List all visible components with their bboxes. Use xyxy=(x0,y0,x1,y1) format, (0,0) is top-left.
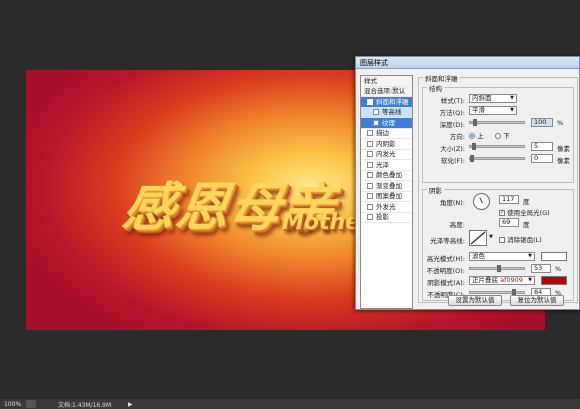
make-default-button[interactable]: 设置为默认值 xyxy=(448,295,502,306)
slider-thumb[interactable] xyxy=(496,265,501,272)
shadow-mode-label: 阴影模式(A): xyxy=(427,279,465,287)
style-item-drop-shadow[interactable]: 投影 xyxy=(361,213,412,223)
checkbox-icon[interactable] xyxy=(499,237,505,243)
radio-selected-icon[interactable] xyxy=(469,133,475,139)
chevron-down-icon: ▼ xyxy=(528,277,532,283)
highlight-mode-select[interactable]: 滤色 ▼ xyxy=(469,252,535,261)
depth-slider[interactable] xyxy=(469,119,525,126)
style-item-color-overlay[interactable]: 颜色叠加 xyxy=(361,171,412,181)
checkbox-icon[interactable] xyxy=(367,130,373,137)
angle-label: 角度(N): xyxy=(439,199,465,207)
highlight-opacity-input[interactable]: 53 xyxy=(531,264,551,273)
checkbox-icon[interactable] xyxy=(373,119,379,126)
style-item-outer-glow[interactable]: 外发光 xyxy=(361,202,412,213)
angle-unit: 度 xyxy=(523,198,530,206)
chevron-down-icon[interactable]: ▼ xyxy=(489,234,493,240)
style-item-bevel[interactable]: ✓ 斜面和浮雕 xyxy=(361,97,412,108)
altitude-label: 高度: xyxy=(449,221,465,229)
chevron-down-icon: ▼ xyxy=(528,253,532,259)
slider-thumb[interactable] xyxy=(471,143,476,150)
document-size: 文档:1.43M/16.9M xyxy=(58,401,112,409)
section-title: 斜面和浮雕 xyxy=(423,73,460,83)
checkbox-icon[interactable] xyxy=(367,193,373,200)
styles-header[interactable]: 样式 xyxy=(361,76,412,87)
size-label: 大小(Z): xyxy=(440,145,465,153)
style-item-pattern-overlay[interactable]: 图案叠加 xyxy=(361,192,412,202)
status-bar: 100% 文档:1.43M/16.9M ▶ xyxy=(0,399,580,409)
method-label: 方法(Q): xyxy=(439,109,465,117)
checkbox-icon[interactable] xyxy=(367,140,373,147)
direction-up-radio[interactable]: 上 xyxy=(469,130,484,140)
soften-label: 软化(F): xyxy=(440,157,465,165)
method-select[interactable]: 平滑 ▼ xyxy=(469,106,517,115)
style-item-stroke[interactable]: 描边 xyxy=(361,129,412,139)
size-unit: 像素 xyxy=(557,145,570,153)
style-item-gradient-overlay[interactable]: 渐变叠加 xyxy=(361,181,412,192)
checkbox-icon[interactable] xyxy=(367,203,373,210)
reset-default-button[interactable]: 复位为默认值 xyxy=(510,295,564,306)
slider-thumb[interactable] xyxy=(470,155,474,162)
style-label: 样式(T): xyxy=(440,97,465,105)
direction-down-radio[interactable]: 下 xyxy=(495,130,510,140)
percent-unit: % xyxy=(555,265,562,273)
style-select[interactable]: 内斜面 ▼ xyxy=(469,94,517,103)
size-slider[interactable] xyxy=(469,143,525,150)
checkbox-icon[interactable] xyxy=(367,172,373,179)
angle-needle xyxy=(479,197,483,204)
dialog-titlebar[interactable]: 图层样式 xyxy=(356,57,579,69)
checkbox-icon[interactable]: ✓ xyxy=(367,98,373,105)
status-separator-icon xyxy=(26,400,36,408)
size-input[interactable]: 5 xyxy=(531,142,553,151)
checkbox-icon[interactable] xyxy=(367,151,373,158)
depth-label: 深度(D): xyxy=(439,121,465,129)
gloss-contour-label: 光泽等高线: xyxy=(430,237,465,245)
direction-label: 方向: xyxy=(449,133,465,141)
soften-unit: 像素 xyxy=(557,157,570,165)
zoom-level[interactable]: 100% xyxy=(0,401,26,408)
checkbox-icon[interactable] xyxy=(367,214,373,221)
highlight-mode-label: 高光模式(H): xyxy=(426,255,465,263)
status-menu-arrow-icon[interactable]: ▶ xyxy=(128,401,136,408)
chevron-down-icon: ▼ xyxy=(510,95,514,101)
checkbox-checked-icon[interactable]: ✓ xyxy=(499,210,505,216)
style-list: 样式 混合选项:默认 ✓ 斜面和浮雕 等高线 纹理 描边 内阴影 内发光 光泽 颜… xyxy=(360,75,413,309)
checkbox-icon[interactable] xyxy=(367,182,373,189)
blend-options-item[interactable]: 混合选项:默认 xyxy=(361,86,412,97)
shadow-color-hex: af0909 xyxy=(500,276,523,284)
anti-alias-checkbox[interactable]: 消除锯齿(L) xyxy=(499,234,542,244)
radio-icon[interactable] xyxy=(495,133,501,139)
shadow-mode-select[interactable]: 正片叠底 af0909 ▼ xyxy=(469,276,535,285)
slider-thumb[interactable] xyxy=(472,119,477,126)
highlight-color-swatch[interactable] xyxy=(541,252,567,261)
highlight-opacity-slider[interactable] xyxy=(469,265,525,272)
checkbox-icon[interactable] xyxy=(367,161,373,168)
soften-input[interactable]: 0 xyxy=(531,154,553,163)
style-item-inner-shadow[interactable]: 内阴影 xyxy=(361,139,412,150)
global-light-checkbox[interactable]: ✓ 使用全局光(G) xyxy=(499,207,550,217)
gloss-contour-icon[interactable] xyxy=(469,230,487,246)
layer-style-dialog: 图层样式 样式 混合选项:默认 ✓ 斜面和浮雕 等高线 纹理 描边 内阴影 内发光… xyxy=(355,56,580,310)
style-item-inner-glow[interactable]: 内发光 xyxy=(361,150,412,160)
highlight-opacity-label: 不透明度(O): xyxy=(426,267,465,275)
angle-input[interactable]: 117 xyxy=(499,195,519,204)
style-item-texture[interactable]: 纹理 xyxy=(361,118,412,129)
structure-title: 结构 xyxy=(427,83,444,93)
bevel-emboss-panel: 斜面和浮雕 结构 样式(T): 内斜面 ▼ 方法(Q): 平滑 ▼ 深度(D): 1… xyxy=(418,73,580,309)
shading-group: 阴影 角度(N): 117 度 ✓ 使用全局光(G) 高度: 69 度 光泽等高… xyxy=(422,185,574,301)
depth-input[interactable]: 100 xyxy=(531,118,553,127)
structure-group: 结构 样式(T): 内斜面 ▼ 方法(Q): 平滑 ▼ 深度(D): 100 % 方… xyxy=(422,83,574,183)
style-item-satin[interactable]: 光泽 xyxy=(361,160,412,171)
chevron-down-icon: ▼ xyxy=(510,107,514,113)
depth-unit: % xyxy=(557,119,564,127)
altitude-input[interactable]: 69 xyxy=(499,218,519,227)
altitude-unit: 度 xyxy=(523,221,530,229)
shadow-color-swatch[interactable] xyxy=(541,276,567,285)
soften-slider[interactable] xyxy=(469,155,525,162)
angle-dial-icon[interactable] xyxy=(473,193,490,210)
style-item-contour[interactable]: 等高线 xyxy=(361,107,412,118)
shadow-opacity-slider[interactable] xyxy=(469,289,525,296)
checkbox-icon[interactable] xyxy=(373,109,379,116)
shading-title: 阴影 xyxy=(427,185,444,195)
